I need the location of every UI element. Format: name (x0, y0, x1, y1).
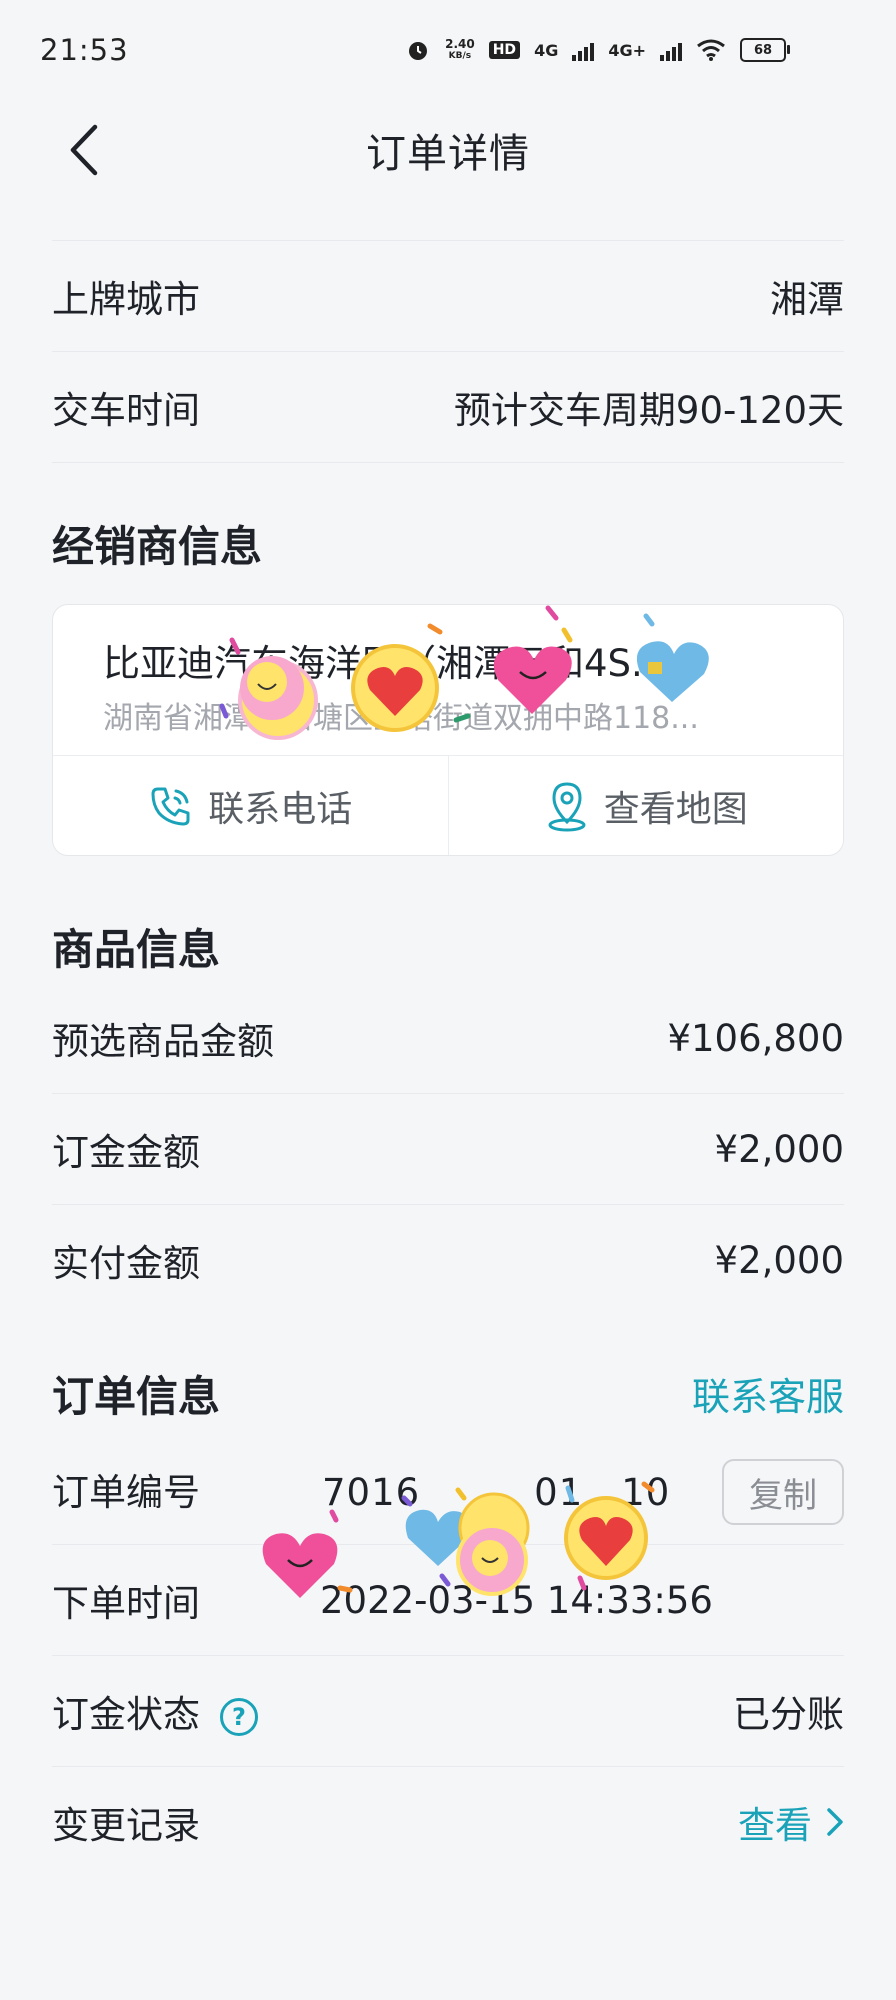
row-value: ¥2,000 (714, 1127, 844, 1171)
order-detail-content: 上牌城市 湘潭 交车时间 预计交车周期90-120天 经销商信息 比亚迪汽车海洋… (52, 200, 844, 1877)
page-title: 订单详情 (366, 131, 530, 177)
row-value: 湘潭 (770, 278, 844, 321)
net-speed: 2.40 KB/s (445, 37, 475, 61)
goods-row-paid: 实付金额 ¥2,000 (52, 1205, 844, 1315)
wifi-icon (697, 39, 725, 61)
battery-icon: 68 (740, 38, 790, 62)
row-label: 上牌城市 (52, 278, 200, 321)
question-circle-icon[interactable]: ? (220, 1697, 258, 1736)
section-title-order: 订单信息 联系客服 (52, 1363, 844, 1424)
row-label: 下单时间 (52, 1582, 200, 1625)
sim1-network: 4G (534, 40, 559, 60)
order-time-row: 下单时间 2022-03-15 14:33:56 (52, 1545, 844, 1656)
deposit-status-row: 订金状态? 已分账 (52, 1656, 844, 1767)
signal-icon (572, 39, 595, 61)
contact-service-link[interactable]: 联系客服 (692, 1366, 844, 1421)
dealer-card[interactable]: 比亚迪汽车海洋网（湘潭元和4S... 湖南省湘潭市岳塘区宝塔街道双拥中路118.… (52, 604, 844, 856)
info-row-plate-city: 上牌城市 湘潭 (52, 241, 844, 352)
row-label: 实付金额 (52, 1242, 200, 1285)
status-icons: 2.40 KB/s HD 4G 4G+ 68 (405, 37, 790, 63)
change-record-row[interactable]: 变更记录 查看 (52, 1767, 844, 1877)
order-time-value: 2022-03-15 14:33:56 (320, 1578, 713, 1622)
view-map-button[interactable]: 查看地图 (447, 756, 844, 855)
row-value: ¥106,800 (667, 1016, 844, 1060)
partial-row-label (52, 200, 162, 206)
nav-header: 订单详情 (0, 100, 896, 200)
order-number-value: 7016 01 10 (322, 1471, 671, 1514)
row-label: 交车时间 (52, 389, 200, 432)
row-value: 预计交车周期90-120天 (453, 389, 844, 432)
chevron-right-icon (827, 1808, 843, 1836)
order-number-row: 订单编号 7016 01 10 复制 (52, 1434, 844, 1545)
section-title-dealer: 经销商信息 (52, 522, 263, 571)
call-dealer-button[interactable]: 联系电话 (53, 756, 448, 855)
alarm-icon (409, 42, 428, 60)
goods-row-preselected: 预选商品金额 ¥106,800 (52, 983, 844, 1094)
info-row-delivery-time: 交车时间 预计交车周期90-120天 (52, 352, 844, 463)
deposit-status-value: 已分账 (733, 1693, 844, 1736)
hd-badge: HD (488, 41, 521, 59)
row-label: 变更记录 (52, 1804, 200, 1847)
dealer-actions: 联系电话 查看地图 (53, 756, 843, 855)
phone-icon (151, 787, 190, 825)
dealer-name: 比亚迪汽车海洋网（湘潭元和4S... (103, 642, 667, 685)
partial-row (52, 200, 844, 241)
row-label: 订金状态 (52, 1693, 200, 1736)
sim2-network: 4G+ (608, 40, 646, 60)
status-time: 21:53 (40, 33, 129, 67)
goods-row-deposit: 订金金额 ¥2,000 (52, 1094, 844, 1205)
map-pin-icon (548, 781, 586, 831)
section-title-goods: 商品信息 (52, 925, 221, 974)
row-label: 订单编号 (52, 1471, 200, 1514)
signal-icon-2 (660, 39, 682, 61)
view-change-link[interactable]: 查看 (738, 1795, 844, 1849)
row-label: 预选商品金额 (52, 1020, 274, 1063)
row-value: ¥2,000 (714, 1238, 844, 1282)
status-bar: 21:53 2.40 KB/s HD 4G 4G+ 68 (0, 0, 896, 100)
copy-button[interactable]: 复制 (722, 1459, 844, 1525)
row-label: 订金金额 (52, 1131, 200, 1174)
row-label-wrap: 订金状态? (52, 1684, 258, 1738)
dealer-address: 湖南省湘潭市岳塘区宝塔街道双拥中路118... (103, 701, 699, 736)
